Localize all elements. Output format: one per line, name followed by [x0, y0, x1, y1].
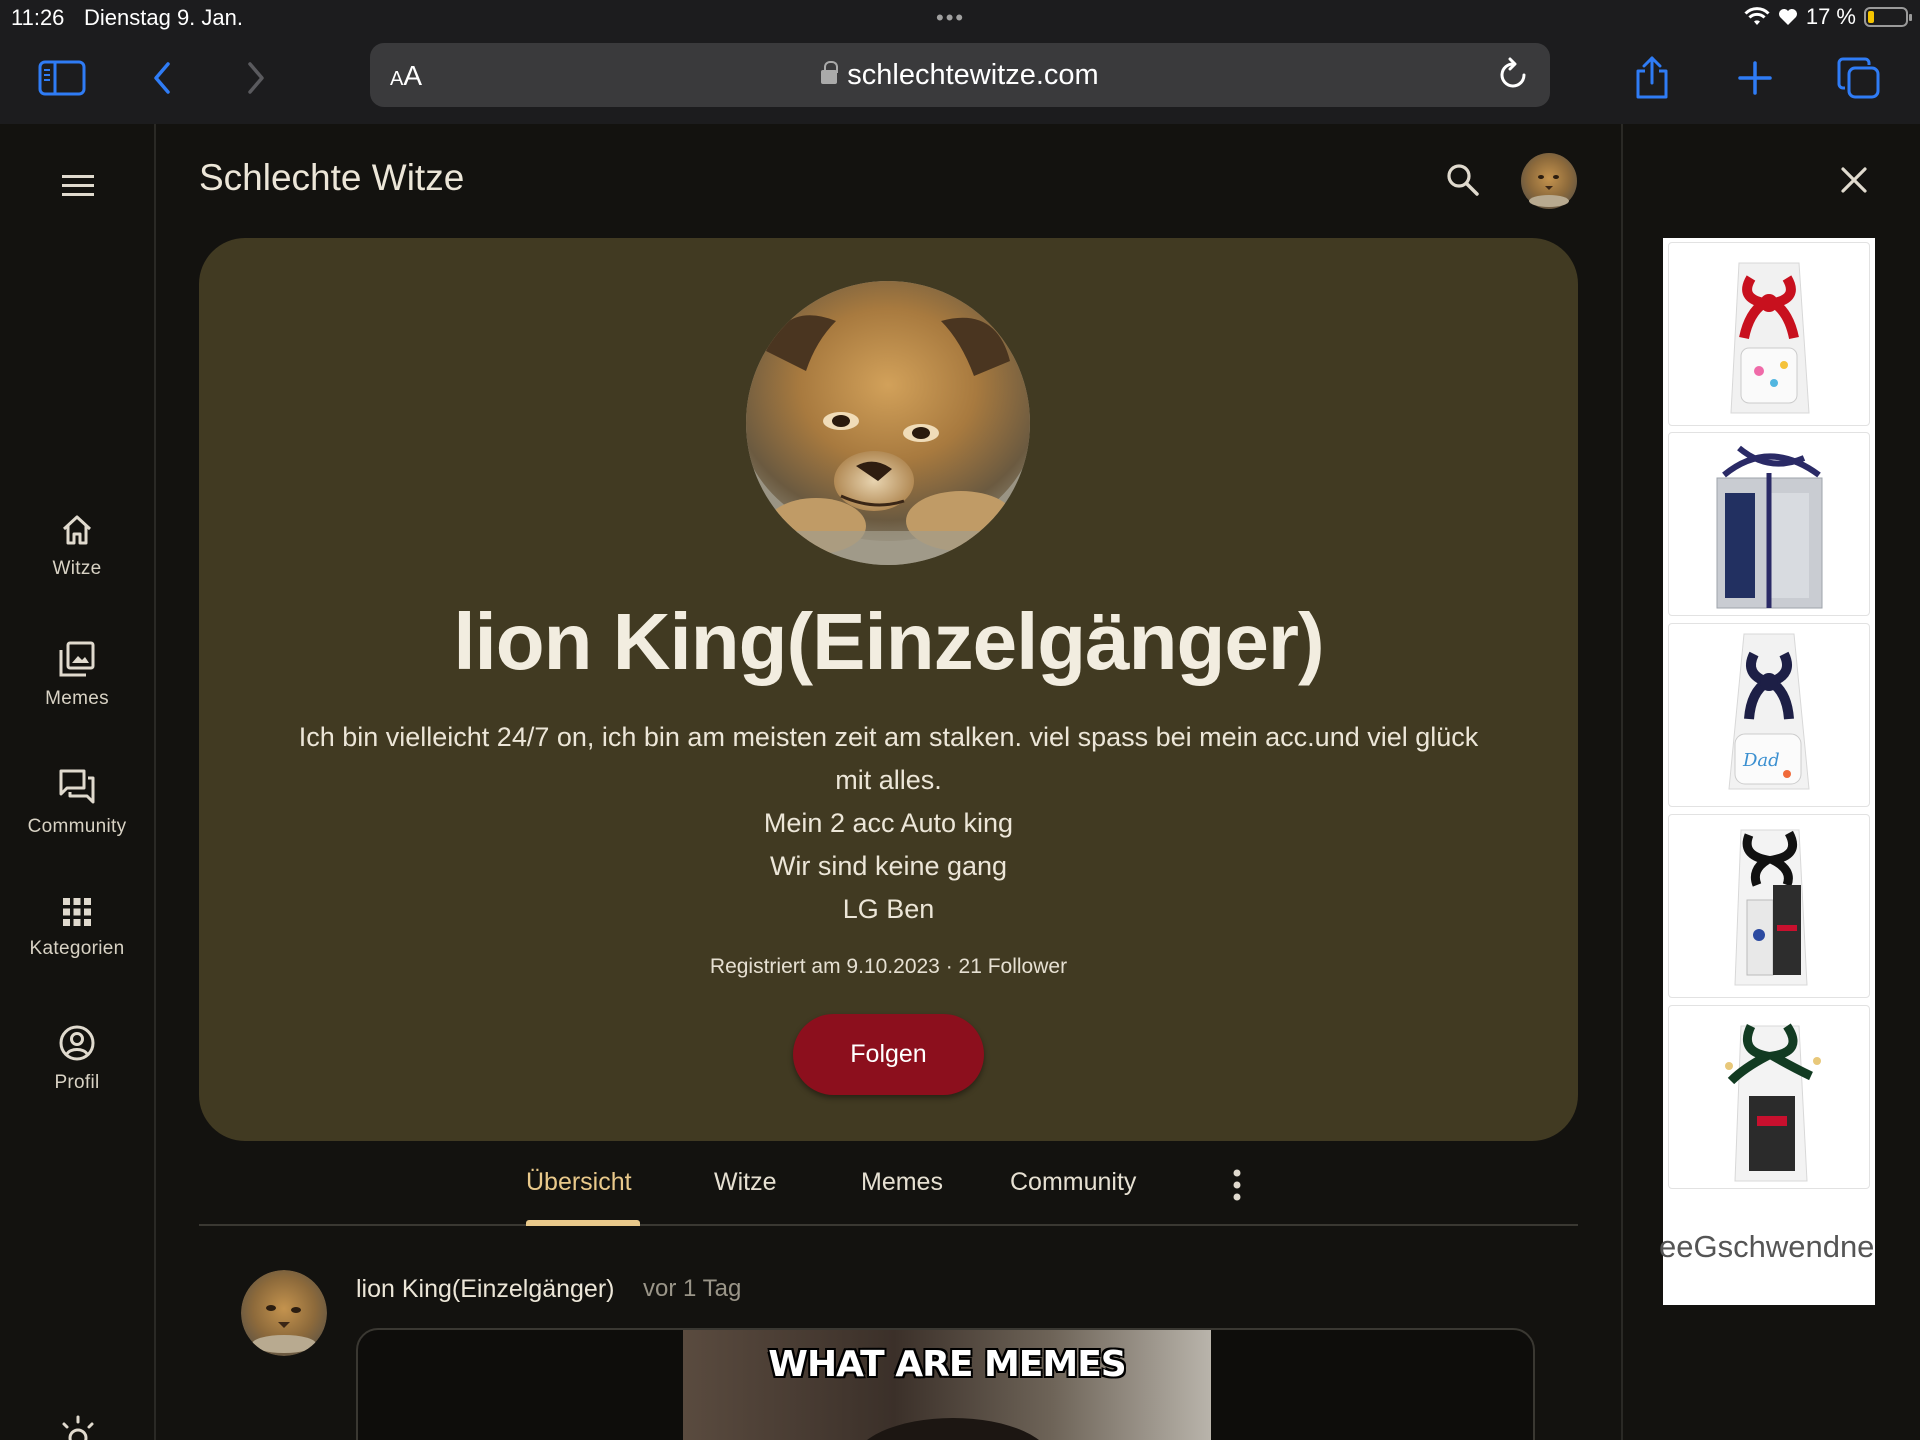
lion-cub-avatar-image	[1521, 153, 1577, 209]
nav-item-witze[interactable]: Witze	[0, 512, 154, 580]
bio-line: Mein 2 acc Auto king	[763, 808, 1014, 838]
nav-label: Witze	[52, 558, 102, 579]
status-time: 11:26	[11, 5, 65, 30]
browser-toolbar: AA schlechtewitze.com	[0, 34, 1920, 124]
svg-text:Dad: Dad	[1742, 750, 1780, 771]
tab-memes[interactable]: Memes	[861, 1168, 943, 1197]
more-vert-icon[interactable]	[1232, 1168, 1242, 1207]
post-timestamp: vor 1 Tag	[643, 1275, 742, 1302]
nav-label: Community	[27, 816, 127, 837]
profile-bio: Ich bin vielleicht 24/7 on, ich bin am m…	[250, 716, 1527, 931]
profile-name: lion King(Einzelgänger)	[453, 597, 1324, 686]
ad-banner[interactable]: Dad eeGschwendne	[1659, 238, 1875, 1305]
profile-meta: Registriert am 9.10.2023 · 21 Follower	[709, 955, 1068, 978]
search-icon[interactable]	[1446, 163, 1480, 202]
lion-cub-avatar-image	[241, 1270, 327, 1356]
nav-label: Profil	[54, 1072, 100, 1093]
bio-line: Wir sind keine gang	[769, 851, 1008, 881]
ad-product-tile[interactable]	[1668, 242, 1870, 426]
close-icon[interactable]	[1840, 166, 1868, 199]
dad-mug-gift-image: Dad	[1728, 633, 1810, 790]
lion-cub-photo	[746, 281, 1030, 565]
heart-icon	[1778, 9, 1797, 25]
meme-caption: WHAT ARE MEMES	[768, 1344, 1126, 1385]
coffee-gift-green-bow-image	[1725, 1023, 1821, 1182]
url-display[interactable]: schlechtewitze.com	[370, 59, 1550, 92]
active-tab-indicator	[526, 1220, 640, 1226]
meme-person-silhouette	[853, 1418, 1053, 1440]
account-circle-icon	[59, 1025, 95, 1061]
tea-tin-blue-bow-image	[1716, 445, 1823, 609]
nav-label: Kategorien	[29, 938, 125, 959]
nav-rail: Witze Memes Community Kategorien Profil	[0, 124, 156, 1440]
battery-icon	[1864, 7, 1912, 27]
status-bar: 11:26 Dienstag 9. Jan. ••• 17 %	[0, 0, 1920, 34]
multitasking-dots-icon[interactable]: •••	[936, 5, 965, 31]
nav-item-memes[interactable]: Memes	[0, 640, 154, 710]
forward-icon[interactable]	[226, 52, 286, 104]
tabs-overview-icon[interactable]	[1829, 52, 1889, 104]
chat-icon	[59, 769, 95, 804]
grid-icon	[63, 898, 91, 926]
back-icon[interactable]	[132, 52, 192, 104]
tab-community[interactable]: Community	[1010, 1168, 1136, 1197]
new-tab-icon[interactable]	[1725, 52, 1785, 104]
address-bar[interactable]: AA schlechtewitze.com	[370, 43, 1550, 107]
ad-product-tile[interactable]: Dad	[1668, 623, 1870, 807]
nav-label: Memes	[45, 688, 109, 709]
ad-product-tile[interactable]	[1668, 1005, 1870, 1189]
ad-divider	[1621, 124, 1623, 1440]
home-icon	[62, 515, 92, 545]
nav-item-kategorien[interactable]: Kategorien	[0, 896, 154, 960]
tab-uebersicht[interactable]: Übersicht	[526, 1168, 632, 1197]
url-text: schlechtewitze.com	[847, 59, 1099, 91]
user-avatar[interactable]	[1521, 153, 1577, 209]
ad-product-tile[interactable]	[1668, 814, 1870, 998]
site-title[interactable]: Schlechte Witze	[199, 157, 464, 199]
share-icon[interactable]	[1622, 52, 1682, 104]
bio-line: Ich bin vielleicht 24/7 on, ich bin am m…	[298, 722, 1479, 752]
coffee-bag-black-bow-image	[1734, 829, 1808, 986]
post-author-name[interactable]: lion King(Einzelgänger)	[356, 1275, 614, 1304]
nav-item-community[interactable]: Community	[0, 768, 154, 838]
profile-tabs: Übersicht Witze Memes Community	[199, 1150, 1578, 1226]
lock-icon	[821, 61, 839, 84]
hamburger-menu-icon[interactable]	[60, 172, 96, 205]
profile-avatar	[746, 281, 1030, 565]
ad-brand-text[interactable]: eeGschwendne	[1659, 1229, 1875, 1265]
tab-witze[interactable]: Witze	[714, 1168, 777, 1197]
battery-percent: 17 %	[1805, 4, 1856, 29]
sidebar-toggle-icon[interactable]	[32, 52, 92, 104]
gift-mug-red-bow-image	[1730, 262, 1810, 414]
image-gallery-icon	[59, 641, 95, 677]
wifi-icon	[1744, 7, 1770, 25]
meme-image[interactable]: WHAT ARE MEMES	[683, 1330, 1211, 1440]
follow-button[interactable]: Folgen	[793, 1014, 984, 1095]
post-media[interactable]: WHAT ARE MEMES	[356, 1328, 1535, 1440]
nav-item-profil[interactable]: Profil	[0, 1024, 154, 1094]
ad-product-tile[interactable]	[1668, 432, 1870, 616]
bio-line: mit alles.	[835, 765, 942, 795]
bio-line: LG Ben	[842, 894, 935, 924]
status-indicators: 17 %	[1744, 4, 1912, 30]
reload-icon[interactable]	[1498, 57, 1530, 96]
theme-toggle-sun-icon[interactable]	[58, 1414, 98, 1440]
status-date: Dienstag 9. Jan.	[84, 5, 243, 30]
post-author-avatar[interactable]	[241, 1270, 327, 1356]
